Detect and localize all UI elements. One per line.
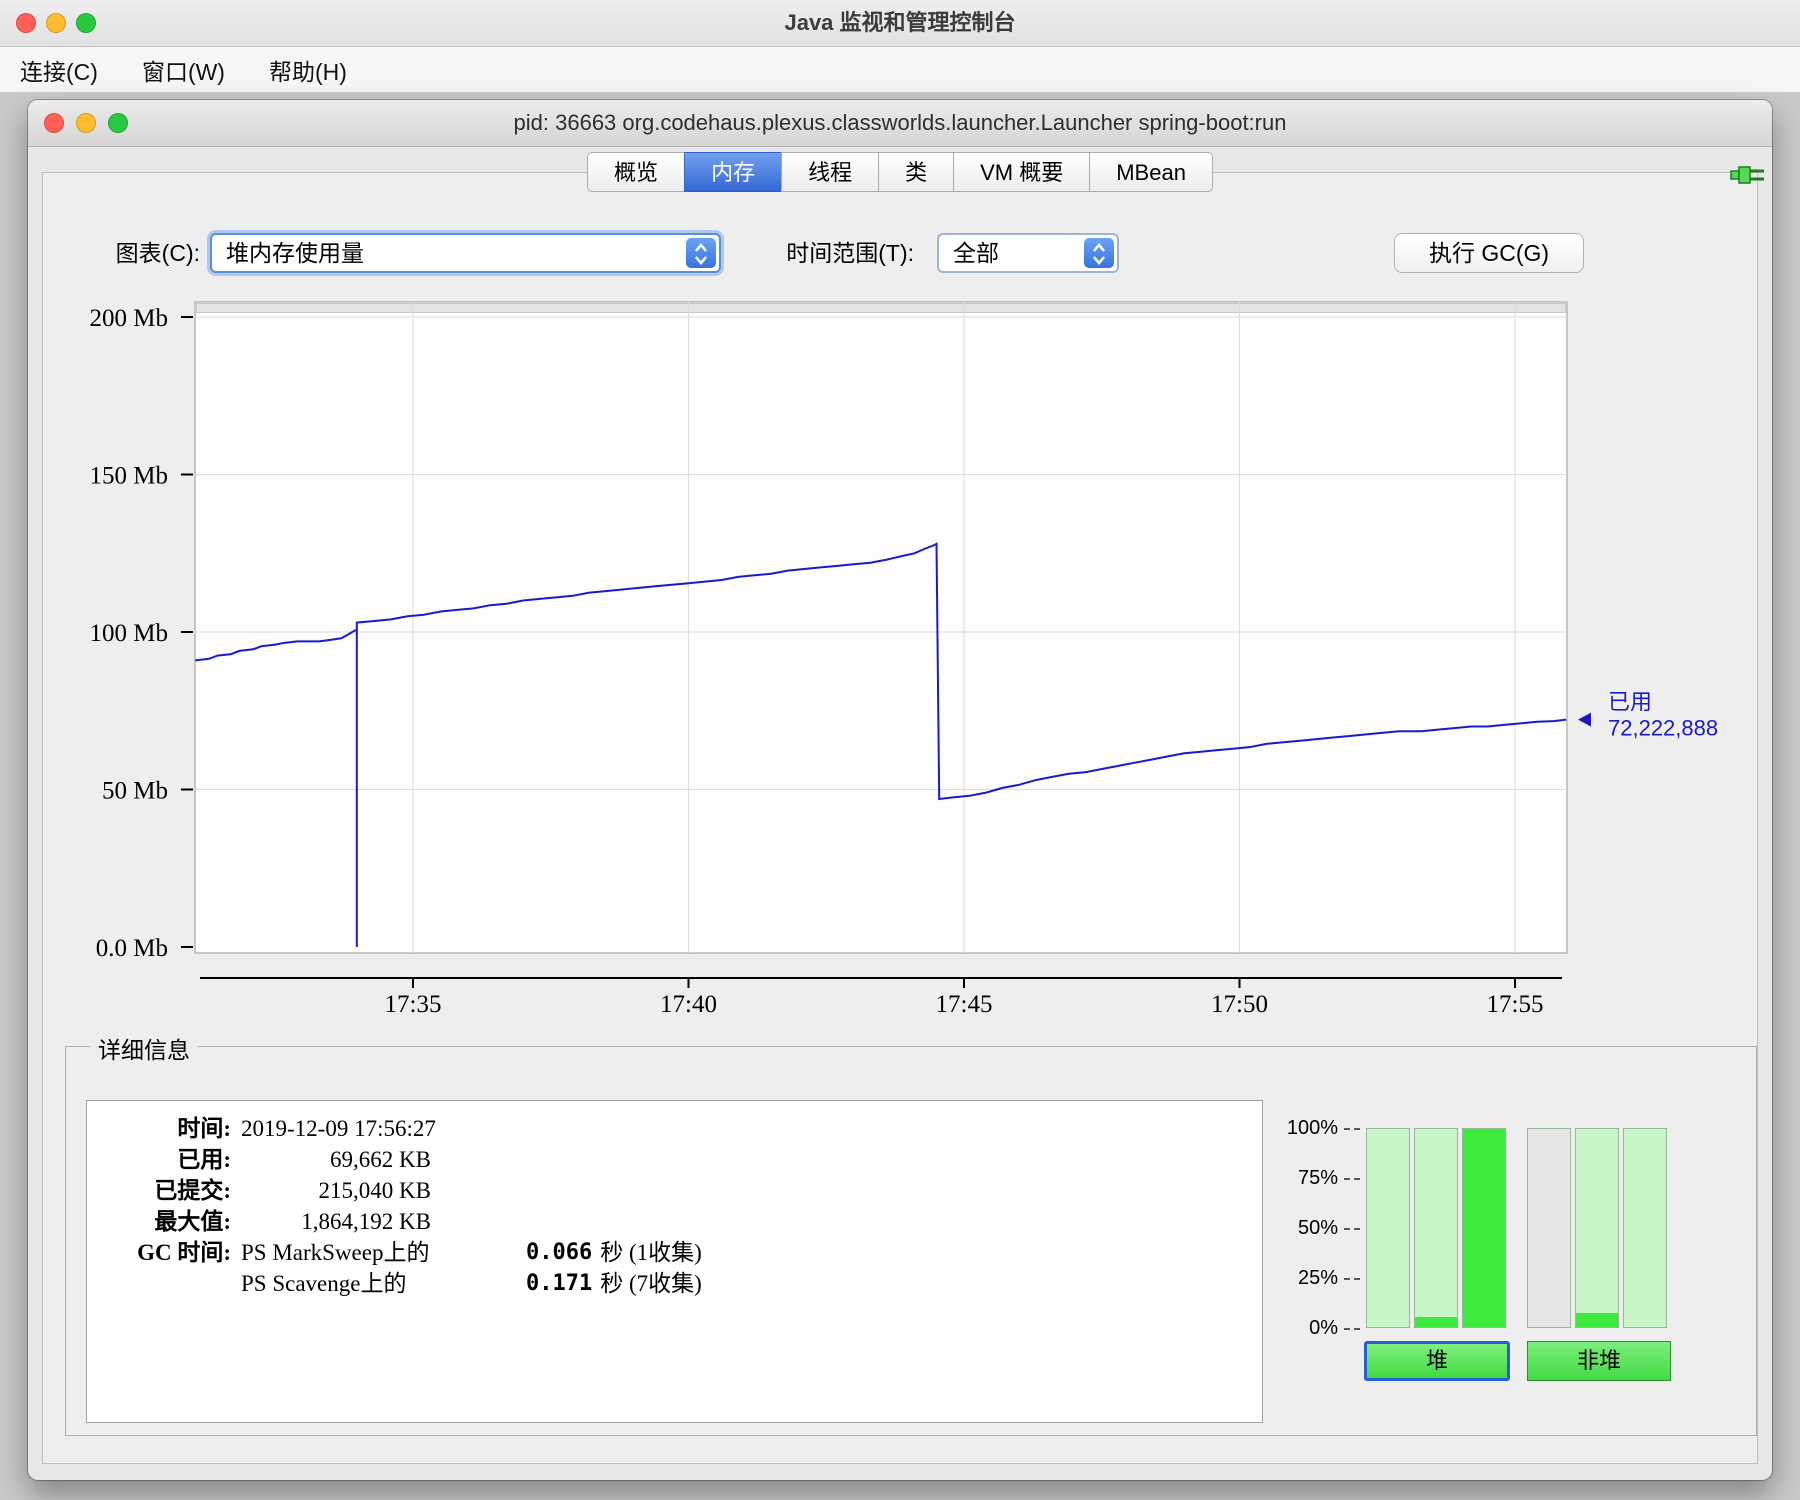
chart-select-label: 图表(C): [115,240,200,266]
svg-text:17:40: 17:40 [660,991,717,1018]
svg-text:200 Mb: 200 Mb [90,305,168,332]
perform-gc-button[interactable]: 执行 GC(G) [1394,233,1584,273]
memory-pool-gauges: 100% 75% 50% 25% 0% 堆 非堆 [1268,1117,1728,1410]
detail-value: 1,864,192 KB [301,1209,431,1234]
menu-help[interactable]: 帮助(H) [269,53,347,87]
tab-classes[interactable]: 类 [878,152,955,192]
gauge-scale: 100% 75% 50% 25% 0% [1268,1117,1360,1350]
heap-button[interactable]: 堆 [1364,1341,1510,1381]
chart-type-value: 堆内存使用量 [226,240,364,266]
tab-bar: 概览 内存 线程 类 VM 概要 MBean [587,152,1213,192]
gc-pool-name: PS Scavenge上的 [241,1271,407,1296]
svg-text:0.0 Mb: 0.0 Mb [96,935,168,962]
memory-pool-bar[interactable] [1527,1128,1571,1328]
tab-threads[interactable]: 线程 [781,152,880,192]
app-close-button[interactable] [44,113,64,133]
app-zoom-button[interactable] [108,113,128,133]
details-legend: 详细信息 [90,1031,198,1065]
app-minimize-button[interactable] [76,113,96,133]
detail-row-used: 已用: 69,662 KB [101,1144,1262,1175]
memory-pool-bar[interactable] [1366,1128,1410,1328]
detail-label: GC 时间: [137,1240,231,1265]
svg-text:50 Mb: 50 Mb [102,778,168,805]
memory-pool-bar[interactable] [1414,1128,1458,1328]
tab-memory[interactable]: 内存 [684,152,783,192]
detail-label: 已用: [177,1147,231,1172]
gauge-tick-label: 50% [1298,1215,1360,1241]
gc-time-value: 0.066 [526,1240,593,1265]
detail-label: 时间: [177,1116,231,1141]
app-titlebar: pid: 36663 org.codehaus.plexus.classworl… [28,100,1772,147]
detail-value: 215,040 KB [318,1178,431,1203]
svg-text:17:45: 17:45 [936,991,993,1018]
svg-text:100 Mb: 100 Mb [90,620,168,647]
gauge-tick-label: 0% [1309,1315,1360,1341]
detail-row-committed: 已提交: 215,040 KB [101,1175,1262,1206]
connection-plug-icon[interactable] [1728,160,1768,190]
time-range-value: 全部 [953,240,999,266]
gauge-tick-label: 75% [1298,1165,1360,1191]
time-range-select[interactable]: 全部 [937,233,1119,273]
gauge-group-heap [1366,1128,1506,1328]
detail-label: 已提交: [154,1178,231,1203]
svg-text:72,222,888: 72,222,888 [1608,716,1718,741]
detail-value: 2019-12-09 17:56:27 [241,1116,436,1141]
gc-time-value: 0.171 [526,1271,593,1296]
gauge-tick-label: 25% [1298,1265,1360,1291]
detail-row-gc-scavenge: PS Scavenge上的 0.171 秒 (7收集) [101,1268,1262,1299]
svg-text:17:50: 17:50 [1211,991,1268,1018]
app-window-title: pid: 36663 org.codehaus.plexus.classworl… [513,110,1287,135]
menubar: 连接(C) 窗口(W) 帮助(H) [0,47,1800,93]
svg-text:已用: 已用 [1608,690,1652,715]
gauge-tick-label: 100% [1287,1115,1360,1141]
controls-row: 图表(C): 堆内存使用量 时间范围(T): 全部 执行 GC(G) [28,233,1772,273]
tab-overview[interactable]: 概览 [587,152,686,192]
detail-row-gc-marksweep: GC 时间: PS MarkSweep上的 0.066 秒 (1收集) [101,1237,1262,1268]
detail-value: 69,662 KB [330,1147,431,1172]
memory-pool-bar[interactable] [1575,1128,1619,1328]
os-window-title: Java 监视和管理控制台 [784,10,1016,35]
nonheap-button[interactable]: 非堆 [1527,1341,1671,1381]
os-titlebar: Java 监视和管理控制台 [0,0,1800,47]
app-window-controls [44,113,128,133]
time-range-stepper-icon [1084,238,1114,268]
detail-label [101,1268,231,1299]
gc-time-unit: 秒 (1收集) [600,1240,702,1265]
detail-row-max: 最大值: 1,864,192 KB [101,1206,1262,1237]
tab-vm-summary[interactable]: VM 概要 [953,152,1091,192]
detail-row-time: 时间: 2019-12-09 17:56:27 [101,1113,1262,1144]
screen: Java 监视和管理控制台 连接(C) 窗口(W) 帮助(H) pid: 366… [0,0,1800,1500]
time-range-label: 时间范围(T): [786,240,914,266]
gc-pool-name: PS MarkSweep上的 [241,1240,430,1265]
chart-type-stepper-icon [686,238,716,268]
menu-connect[interactable]: 连接(C) [20,53,98,87]
gc-time-unit: 秒 (7收集) [600,1271,702,1296]
svg-text:17:55: 17:55 [1487,991,1544,1018]
memory-pool-bar[interactable] [1462,1128,1506,1328]
gauge-group-nonheap [1527,1128,1667,1328]
memory-pool-bar[interactable] [1623,1128,1667,1328]
tab-mbean[interactable]: MBean [1089,152,1213,192]
app-window: pid: 36663 org.codehaus.plexus.classworl… [28,100,1772,1480]
svg-text:150 Mb: 150 Mb [90,463,168,490]
svg-text:17:35: 17:35 [385,991,442,1018]
detail-label: 最大值: [154,1209,231,1234]
chart-type-select[interactable]: 堆内存使用量 [210,233,721,273]
menu-window[interactable]: 窗口(W) [142,53,225,87]
heap-usage-chart: 0.0 Mb 50 Mb 100 Mb 150 Mb 200 Mb 17:35 17:40 1… [90,301,1718,1018]
details-box: 时间: 2019-12-09 17:56:27 已用: 69,662 KB 已提… [86,1100,1263,1423]
